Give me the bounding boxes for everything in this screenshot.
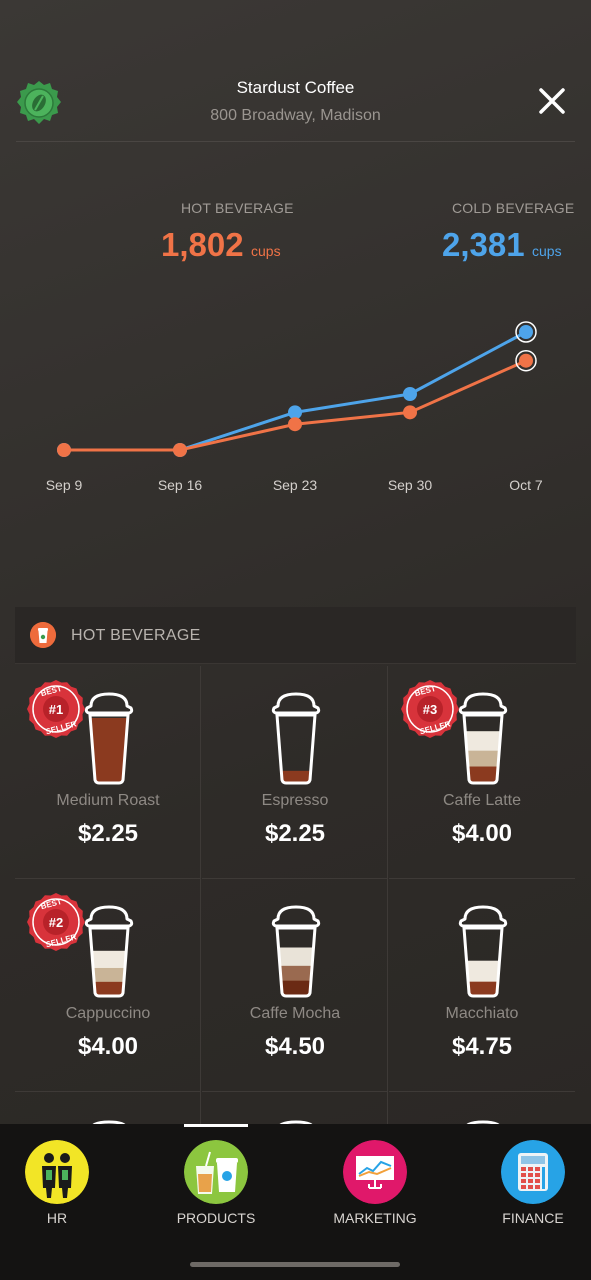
tab-label: HR: [46, 1210, 68, 1226]
coffee-cup-icon: [84, 905, 134, 998]
product-price: $4.00: [77, 1033, 139, 1060]
coffee-cup-icon: [271, 905, 321, 998]
tab-bar: HR PRODUCTS MARKETING FINANCE: [0, 1124, 591, 1280]
svg-text:#2: #2: [49, 915, 63, 930]
data-point: [403, 405, 417, 420]
product-price: $4.50: [264, 1033, 326, 1060]
product-tile[interactable]: Espresso $2.25: [202, 666, 388, 879]
close-icon[interactable]: [537, 86, 567, 116]
product-name: Espresso: [261, 792, 329, 809]
data-point: [519, 325, 533, 339]
tab-marketing[interactable]: MARKETING: [305, 1124, 445, 1244]
product-tile[interactable]: Caffe Mocha $4.50: [202, 879, 388, 1092]
best-seller-badge-icon: #1BESTSELLER: [27, 680, 85, 738]
home-indicator: [190, 1262, 400, 1267]
x-tick-label: Sep 30: [388, 477, 433, 493]
product-name: Caffe Latte: [443, 792, 521, 809]
product-tile[interactable]: #3 BEST SELLER Caffe Latte $4.00: [389, 666, 575, 879]
staff-icon: [25, 1140, 89, 1204]
coffee-cup-icon: [84, 692, 134, 785]
cups-line-chart: Sep 9 Sep 16 Sep 23 Sep 30 Oct 7: [46, 321, 543, 493]
product-price: $2.25: [264, 820, 326, 847]
calculator-icon: [501, 1140, 565, 1204]
product-name: Medium Roast: [56, 792, 160, 809]
data-point: [57, 443, 71, 457]
cold-stat-value: 2,381: [442, 226, 525, 263]
x-tick-label: Sep 23: [273, 477, 318, 493]
section-title: HOT BEVERAGE: [71, 627, 201, 644]
cold-stat-unit: cups: [532, 243, 562, 259]
product-grid: #1 BEST SELLER Medium Roast $2.25 Espresso $2.…: [15, 666, 576, 1132]
data-point: [173, 443, 187, 457]
tab-products[interactable]: PRODUCTS: [146, 1124, 286, 1244]
coffee-cup-icon: [458, 905, 508, 998]
store-name: Stardust Coffee: [236, 78, 355, 97]
hot-stat-label: HOT BEVERAGE: [181, 200, 294, 216]
product-tile[interactable]: #2 BEST SELLER Cappuccino $4.00: [15, 879, 201, 1092]
header-divider: [16, 141, 575, 142]
product-name: Caffe Mocha: [249, 1005, 341, 1022]
tab-hr[interactable]: HR: [0, 1124, 127, 1244]
product-price: $4.00: [451, 820, 513, 847]
tab-label: FINANCE: [502, 1210, 564, 1226]
store-address: 800 Broadway, Madison: [210, 107, 381, 124]
section-header: HOT BEVERAGE: [15, 607, 576, 664]
tab-label: MARKETING: [333, 1210, 417, 1226]
product-price: $4.75: [451, 1033, 513, 1060]
data-point: [403, 386, 417, 401]
svg-text:#1: #1: [49, 702, 63, 717]
hot-stat-value: 1,802: [161, 226, 244, 263]
tab-finance[interactable]: FINANCE: [463, 1124, 591, 1244]
cold-stat-label: COLD BEVERAGE: [452, 200, 575, 216]
coffee-cup-icon: [30, 622, 56, 648]
coffee-cup-icon: [458, 692, 508, 785]
product-price: $2.25: [77, 820, 139, 847]
best-seller-badge-icon: #3BESTSELLER: [401, 680, 459, 738]
svg-text:#3: #3: [423, 702, 437, 717]
header: Stardust Coffee 800 Broadway, Madison: [0, 0, 591, 142]
product-name: Cappuccino: [65, 1005, 151, 1022]
best-seller-badge-icon: #2BESTSELLER: [27, 893, 85, 951]
x-tick-label: Sep 9: [46, 477, 83, 493]
product-name: Macchiato: [445, 1005, 519, 1022]
product-tile[interactable]: #1 BEST SELLER Medium Roast $2.25: [15, 666, 201, 879]
x-tick-label: Oct 7: [509, 477, 543, 493]
coffee-cup-icon: [271, 692, 321, 785]
hot-stat-unit: cups: [251, 243, 281, 259]
x-tick-label: Sep 16: [158, 477, 203, 493]
data-point: [519, 353, 533, 368]
tab-label: PRODUCTS: [176, 1210, 256, 1226]
drinks-icon: [184, 1140, 248, 1204]
presentation-chart-icon: [343, 1140, 407, 1204]
data-point: [288, 417, 302, 432]
product-tile[interactable]: Macchiato $4.75: [389, 879, 575, 1092]
